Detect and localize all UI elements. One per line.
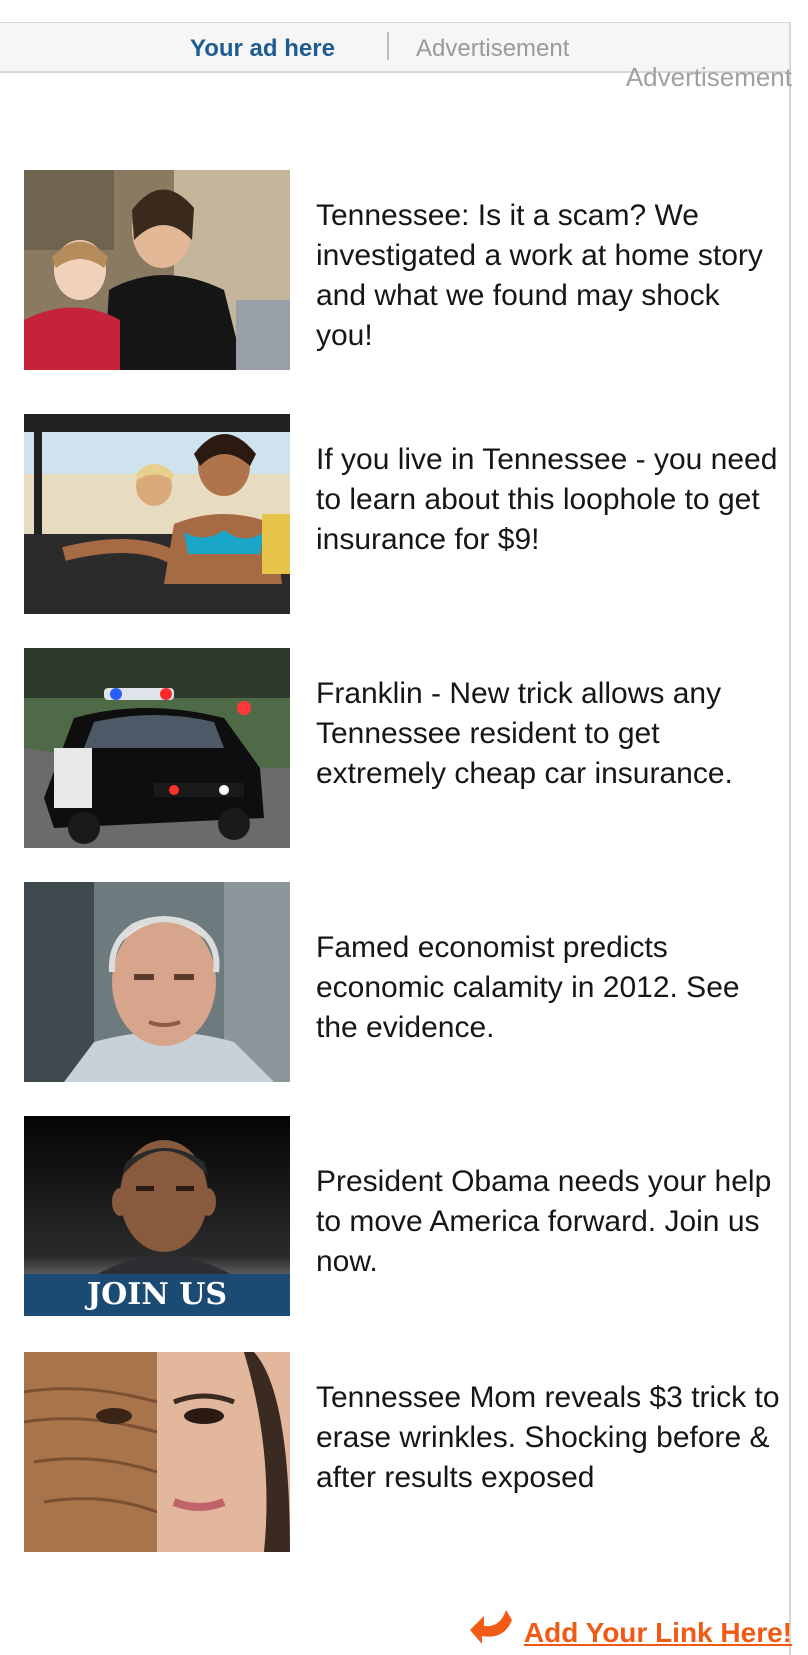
ad-text[interactable]: Tennessee: Is it a scam? We investigated… (316, 196, 780, 356)
ad-item-work-at-home[interactable]: Tennessee: Is it a scam? We investigated… (24, 170, 784, 370)
women-in-jeep-photo[interactable] (24, 414, 290, 614)
ad-item-wrinkles[interactable]: Tennessee Mom reveals $3 trick to erase … (24, 1352, 784, 1552)
add-your-link-footer: Add Your Link Here! (468, 1600, 792, 1649)
police-car-photo[interactable] (24, 648, 290, 848)
your-ad-here-link[interactable]: Your ad here (190, 35, 335, 63)
ad-text[interactable]: If you live in Tennessee - you need to l… (316, 440, 780, 560)
ad-text[interactable]: Famed economist predicts economic calami… (316, 928, 780, 1048)
before-after-face-photo[interactable] (24, 1352, 290, 1552)
ad-text[interactable]: Franklin - New trick allows any Tennesse… (316, 674, 780, 794)
curved-arrow-icon (468, 1600, 516, 1649)
join-us-banner-text: JOIN US (86, 1277, 228, 1312)
obama-join-us-photo[interactable]: JOIN US (24, 1116, 290, 1316)
older-man-portrait-photo[interactable] (24, 882, 290, 1082)
ad-text[interactable]: President Obama needs your help to move … (316, 1162, 780, 1282)
ad-item-insurance-loophole[interactable]: If you live in Tennessee - you need to l… (24, 414, 784, 614)
ad-item-join-us[interactable]: JOIN US President Obama needs your help … (24, 1116, 784, 1316)
ad-item-economist[interactable]: Famed economist predicts economic calami… (24, 882, 784, 1082)
header-divider (387, 32, 389, 60)
add-your-link-here-link[interactable]: Add Your Link Here! (524, 1617, 792, 1649)
header-advertisement-label: Advertisement (416, 35, 570, 62)
ad-text[interactable]: Tennessee Mom reveals $3 trick to erase … (316, 1378, 780, 1498)
advertisement-label: Advertisement (625, 62, 792, 92)
mother-daughter-laptop-photo[interactable] (24, 170, 290, 370)
ad-item-cheap-car-insurance[interactable]: Franklin - New trick allows any Tennesse… (24, 648, 784, 848)
